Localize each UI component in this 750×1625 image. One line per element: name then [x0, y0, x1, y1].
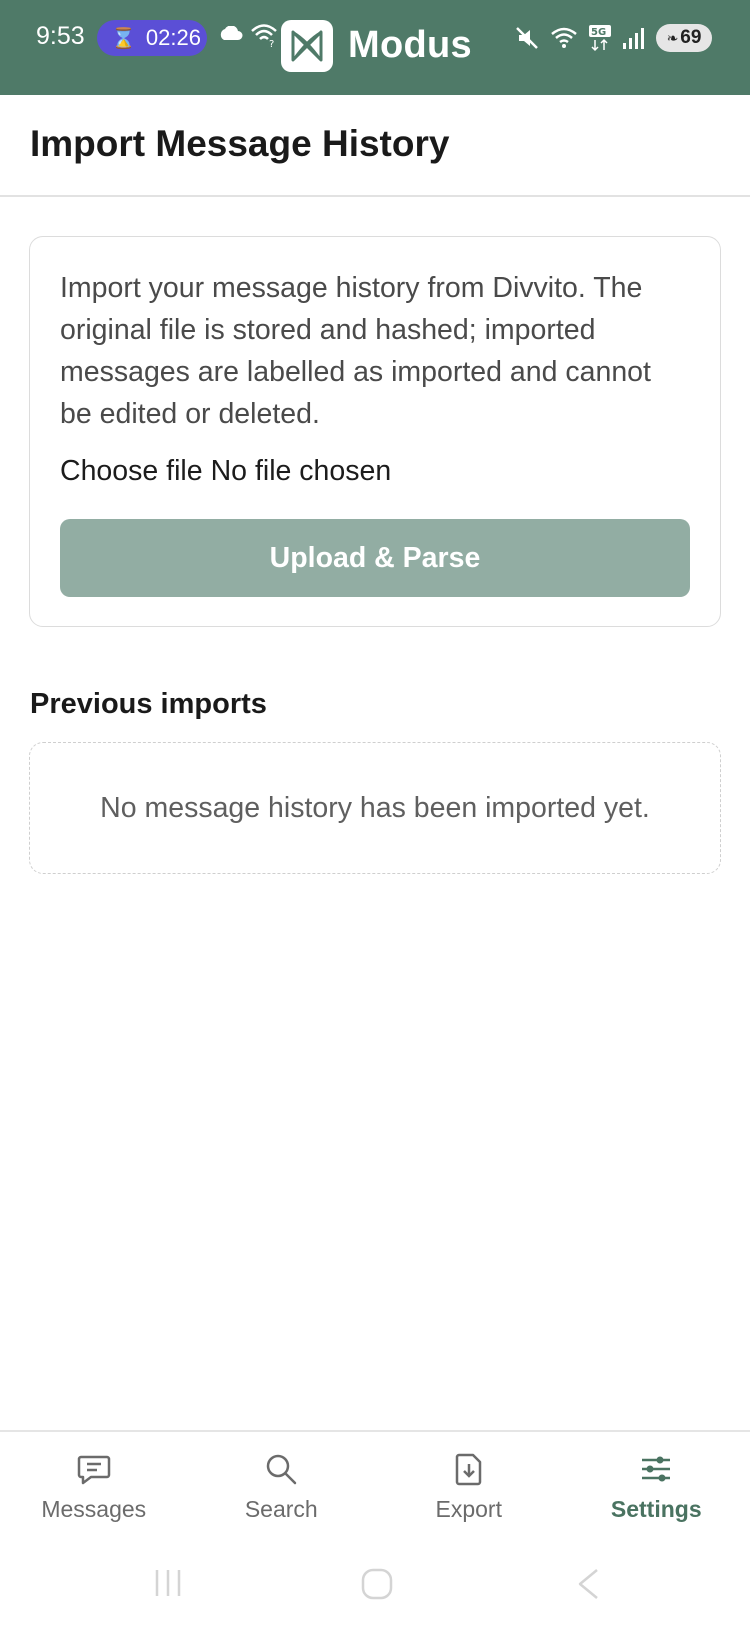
import-card: Import your message history from Divvito… [29, 236, 721, 627]
choose-file-button[interactable]: Choose file [60, 455, 203, 488]
file-status: No file chosen [210, 455, 392, 487]
signal-icon [623, 28, 644, 49]
back-icon[interactable] [575, 1567, 601, 1601]
nav-item-search[interactable]: Search [188, 1432, 376, 1545]
5g-icon: 5G [589, 25, 611, 52]
import-description: Import your message history from Divvito… [60, 272, 651, 430]
nav-label-export: Export [435, 1496, 502, 1522]
svg-text:?: ? [269, 39, 274, 48]
cloud-icon [220, 26, 243, 40]
system-nav-bar [0, 1545, 750, 1625]
svg-text:5G: 5G [591, 27, 606, 38]
hourglass-icon: ⌛ [111, 27, 136, 50]
home-icon[interactable] [360, 1567, 394, 1601]
status-icons: 5G ❧ 69 [514, 22, 712, 54]
battery-level: 69 [680, 27, 702, 48]
nav-label-search: Search [244, 1496, 318, 1522]
sliders-icon [642, 1456, 671, 1482]
status-bar: 9:53 ⌛ 02:26 ? Modus 5G ❧ 69 [0, 0, 750, 95]
nav-item-messages[interactable]: Messages [0, 1432, 188, 1545]
wifi-icon: ? [251, 24, 277, 48]
app-logo [281, 20, 333, 72]
empty-imports-text: No message history has been imported yet… [100, 791, 650, 824]
export-file-icon [455, 1453, 481, 1486]
recents-icon[interactable] [152, 1567, 184, 1599]
timer-pill[interactable]: ⌛ 02:26 [97, 20, 207, 56]
nav-label-settings: Settings [610, 1496, 702, 1522]
battery-saver-icon: ❧ [666, 29, 679, 46]
app-name: Modus [348, 24, 472, 66]
search-icon [267, 1454, 297, 1485]
battery-indicator: ❧ 69 [656, 24, 712, 52]
file-input[interactable]: Choose file No file chosen [60, 455, 690, 488]
upload-parse-button[interactable]: Upload & Parse [60, 519, 690, 597]
page-title: Import Message History [30, 123, 450, 164]
nav-label-messages: Messages [41, 1496, 147, 1522]
message-icon [77, 1455, 110, 1485]
wifi-icon [551, 27, 577, 48]
nav-item-settings[interactable]: Settings [563, 1432, 750, 1545]
empty-imports-placeholder: No message history has been imported yet… [29, 742, 721, 874]
timer-value: 02:26 [145, 25, 201, 50]
mute-icon [516, 27, 538, 49]
page-header: Import Message History [0, 95, 750, 197]
bottom-nav: Messages Search Export Settings [0, 1430, 750, 1545]
status-time: 9:53 [36, 22, 85, 50]
nav-item-export[interactable]: Export [375, 1432, 563, 1545]
previous-imports-title: Previous imports [30, 688, 267, 720]
modus-logo-icon [291, 30, 323, 62]
